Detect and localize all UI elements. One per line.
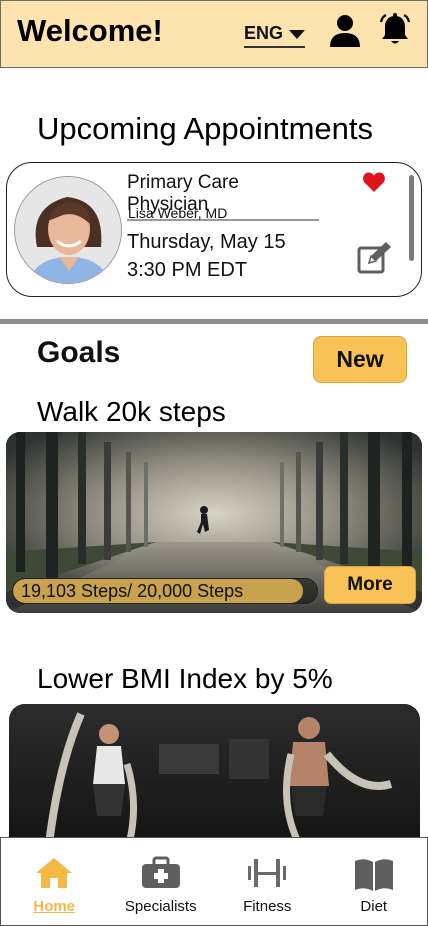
goals-heading: Goals [37,336,121,369]
steps-progress-bar: 19,103 Steps/ 20,000 Steps [12,578,318,604]
heart-icon[interactable] [362,171,386,193]
book-icon [354,859,393,891]
goal-title-steps: Walk 20k steps [37,396,226,427]
appointment-doctor-name: Lisa Weber, MD [128,205,228,221]
welcome-title: Welcome! [17,13,163,48]
section-divider [0,319,428,324]
goal-title-bmi: Lower BMI Index by 5% [37,663,333,694]
battle-ropes-image [9,704,420,844]
medical-kit-icon [141,856,180,888]
new-goal-button[interactable]: New [313,336,407,383]
nav-item-home[interactable]: Home [1,838,108,925]
language-selector[interactable]: ENG [244,23,306,48]
appointment-time: 3:30 PM EDT [127,259,248,281]
bottom-navigation: Home Specialists Fitness Diet [0,837,428,926]
upcoming-appointments-heading: Upcoming Appointments [37,111,374,146]
edit-icon[interactable] [357,241,393,275]
chevron-down-icon [289,30,306,39]
nav-label-diet: Diet [360,898,388,915]
home-icon [36,858,73,888]
doctor-avatar [14,176,122,284]
goal-card-steps[interactable]: 19,103 Steps/ 20,000 Steps More [6,432,422,613]
dumbbell-icon [248,859,287,887]
language-label: ENG [244,23,284,43]
nav-label-fitness: Fitness [243,898,292,915]
appointment-date: Thursday, May 15 [127,231,286,253]
nav-item-diet[interactable]: Diet [321,838,428,925]
app-header: Welcome! ENG [0,0,428,68]
user-profile-icon[interactable] [327,13,363,49]
goal-card-bmi[interactable] [9,704,420,844]
notification-bell-icon[interactable] [377,12,413,48]
nav-label-specialists: Specialists [124,898,197,915]
nav-label-home: Home [33,898,76,915]
appointment-card[interactable]: Primary Care Physician Lisa Weber, MD Th… [6,162,422,297]
nav-item-specialists[interactable]: Specialists [108,838,215,925]
steps-progress-text: 19,103 Steps/ 20,000 Steps [21,581,244,601]
more-button[interactable]: More [324,566,416,604]
nav-item-fitness[interactable]: Fitness [214,838,321,925]
appointments-scrollbar[interactable] [409,175,414,261]
